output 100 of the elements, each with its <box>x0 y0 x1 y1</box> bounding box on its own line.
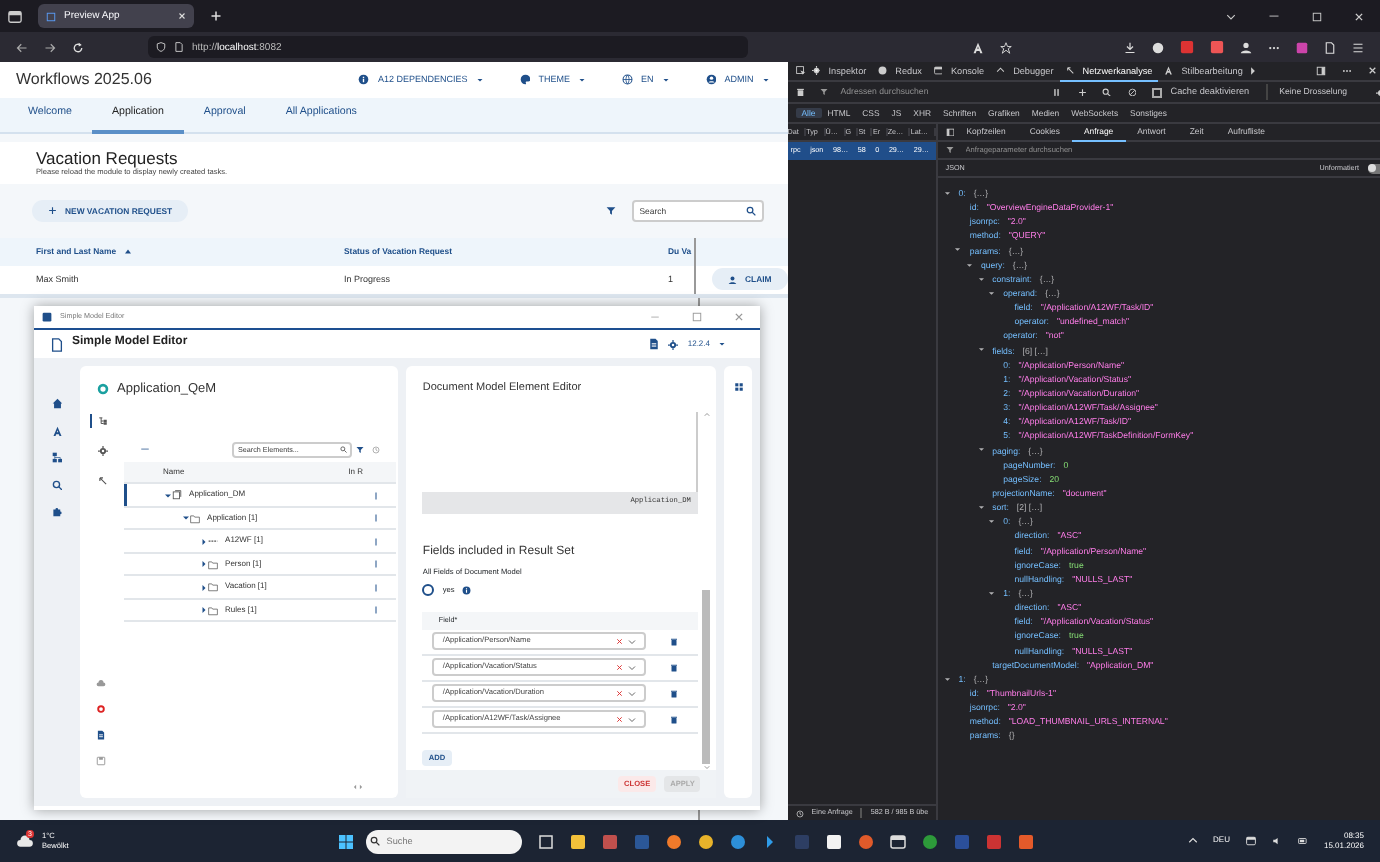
expand-arrow-icon[interactable] <box>977 503 985 511</box>
expand-arrow-icon[interactable] <box>181 514 190 523</box>
save-icon[interactable] <box>96 756 107 766</box>
app-icon[interactable] <box>826 833 843 849</box>
person-icon[interactable] <box>1240 41 1252 53</box>
new-tab-icon[interactable] <box>210 10 222 22</box>
menu-icon[interactable] <box>1352 41 1364 53</box>
expand-arrow-icon[interactable] <box>988 589 996 597</box>
tool-icon <box>933 66 943 76</box>
code-editor-icon[interactable] <box>762 833 779 849</box>
pause-icon[interactable] <box>1052 87 1062 97</box>
cloud-icon[interactable] <box>96 678 107 688</box>
palette-icon <box>519 74 531 86</box>
scroll-left-icon[interactable] <box>351 784 358 790</box>
forward-icon[interactable] <box>44 41 56 53</box>
app-title: Workflows 2025.06 <box>16 70 152 90</box>
font-icon[interactable] <box>51 425 63 436</box>
clock-icon <box>795 809 804 817</box>
tree-icon[interactable] <box>97 415 108 426</box>
scrollbar-thumb[interactable] <box>702 590 711 764</box>
collapse-arrow-icon[interactable] <box>199 606 208 615</box>
gear-icon[interactable] <box>667 339 678 349</box>
folder-icon[interactable] <box>570 833 587 849</box>
puzzle-icon[interactable] <box>51 506 63 517</box>
chevron-down-icon[interactable] <box>1226 11 1236 21</box>
hierarchy-icon[interactable] <box>51 452 63 463</box>
layout-icon[interactable] <box>733 382 744 392</box>
battery-icon[interactable] <box>1297 836 1308 846</box>
filter-icon[interactable] <box>355 445 364 454</box>
delete-icon[interactable] <box>670 689 679 698</box>
delete-icon[interactable] <box>670 715 679 724</box>
browser-icon[interactable] <box>858 833 875 849</box>
toggle-switch[interactable] <box>1367 163 1380 173</box>
window-icon[interactable] <box>8 9 22 23</box>
weather-icon[interactable] <box>16 832 34 850</box>
clear-icon[interactable] <box>615 689 623 697</box>
more-tabs-icon[interactable] <box>1248 66 1259 76</box>
chevron-up-icon[interactable] <box>1187 836 1198 846</box>
delete-icon[interactable] <box>670 663 679 672</box>
person-icon <box>728 275 737 285</box>
filter-icon[interactable] <box>605 205 616 216</box>
back-icon[interactable] <box>16 41 28 53</box>
expand-arrow-icon[interactable] <box>163 491 172 500</box>
expand-arrow-icon[interactable] <box>977 446 985 454</box>
home-icon[interactable] <box>51 398 63 409</box>
clear-icon[interactable] <box>615 637 623 645</box>
expand-arrow-icon[interactable] <box>965 261 973 269</box>
restore-icon[interactable] <box>1312 11 1322 21</box>
caret-icon <box>718 340 726 348</box>
expand-arrow-icon[interactable] <box>977 275 985 283</box>
close-icon[interactable] <box>1368 66 1378 76</box>
expand-arrow-icon[interactable] <box>954 246 962 254</box>
scroll-right-icon[interactable] <box>357 784 364 790</box>
expand-arrow-icon[interactable] <box>977 346 985 354</box>
info-icon[interactable] <box>462 586 472 596</box>
plus-icon[interactable] <box>1077 87 1087 97</box>
logo-icon <box>50 337 64 351</box>
delete-icon[interactable] <box>670 637 679 646</box>
dock-icon[interactable] <box>1316 66 1327 76</box>
maximize-icon[interactable] <box>692 312 702 322</box>
mail-app-icon[interactable] <box>602 833 619 849</box>
clear-icon[interactable] <box>615 715 623 723</box>
model-icon <box>95 382 110 397</box>
reload-icon[interactable] <box>72 41 84 53</box>
block-icon[interactable] <box>1127 87 1137 97</box>
minimize-icon[interactable] <box>1268 10 1280 22</box>
task-view-icon[interactable] <box>538 833 555 849</box>
start-icon[interactable] <box>338 833 355 849</box>
app-icon <box>42 312 52 322</box>
picker-icon[interactable] <box>795 66 806 76</box>
search-icon[interactable] <box>51 479 63 490</box>
document-icon[interactable] <box>96 730 107 740</box>
sidebar-icon[interactable] <box>945 127 955 137</box>
error-icon[interactable] <box>96 704 107 714</box>
sort-ascending-icon[interactable] <box>124 247 133 256</box>
collapse-arrow-icon[interactable] <box>199 560 208 569</box>
close-icon[interactable] <box>1354 11 1364 21</box>
expand-arrow-icon[interactable] <box>943 189 951 197</box>
collapse-arrow-icon[interactable] <box>199 583 208 592</box>
radio-button[interactable] <box>422 584 435 597</box>
download-icon[interactable] <box>1124 41 1136 53</box>
expand-arrow-icon[interactable] <box>988 289 996 297</box>
trash-icon[interactable] <box>795 87 805 97</box>
translate-icon[interactable] <box>972 41 984 53</box>
collapse-arrow-icon[interactable] <box>199 537 208 546</box>
star-icon[interactable] <box>1000 41 1012 53</box>
checkbox[interactable] <box>1152 87 1163 97</box>
volume-icon[interactable] <box>1271 836 1282 846</box>
shield-icon[interactable] <box>156 42 166 52</box>
page-icon[interactable] <box>174 42 184 52</box>
monitor-icon[interactable] <box>890 833 907 849</box>
notification-icon[interactable] <box>647 338 660 350</box>
tool-icon <box>996 66 1006 76</box>
globe-icon <box>622 74 633 86</box>
gear-icon[interactable] <box>97 445 108 456</box>
network-icon[interactable] <box>1245 836 1256 846</box>
expand-arrow-icon[interactable] <box>943 675 951 683</box>
clear-icon[interactable] <box>615 663 623 671</box>
expand-arrow-icon[interactable] <box>988 518 996 526</box>
branch-icon[interactable] <box>97 475 108 486</box>
